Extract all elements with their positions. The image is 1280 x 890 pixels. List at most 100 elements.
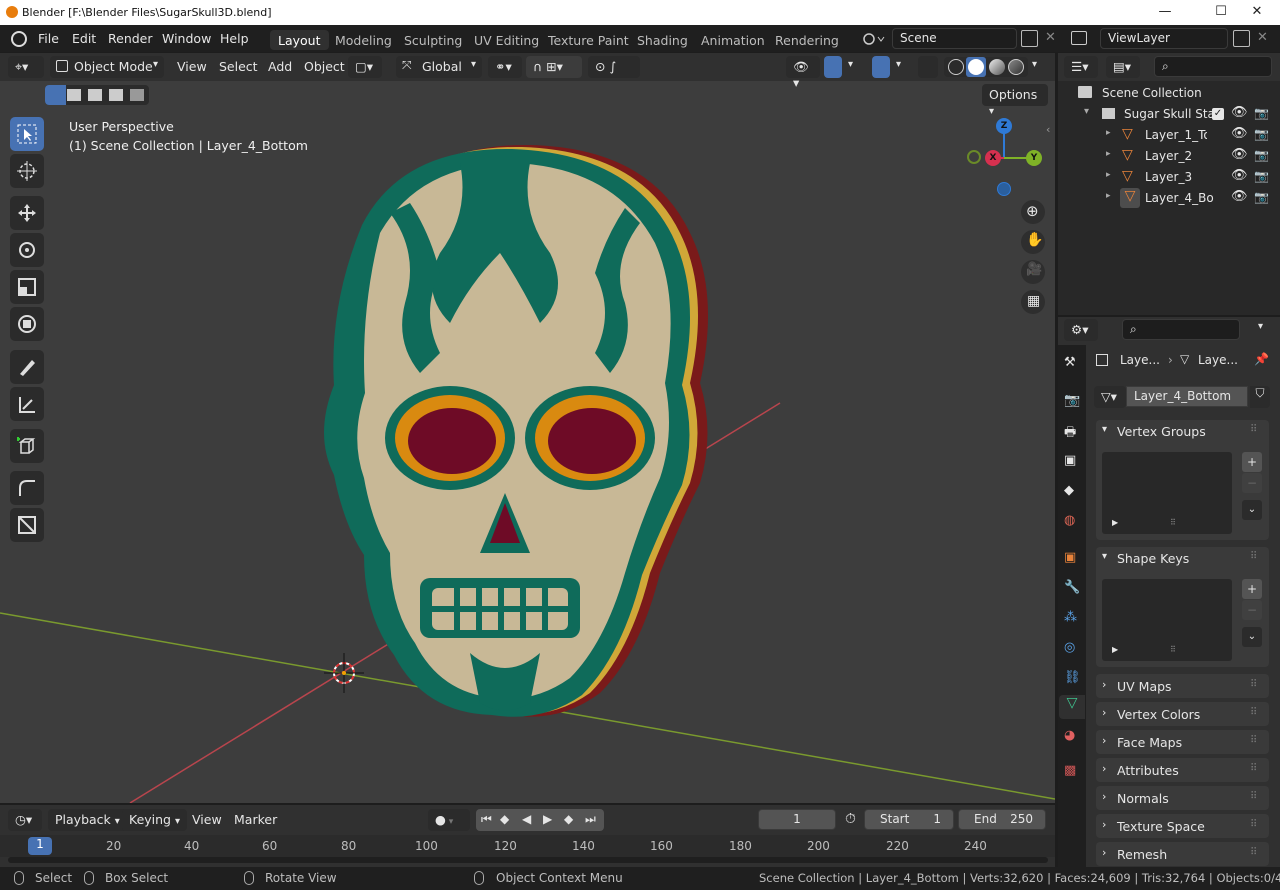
expand-arrow-icon[interactable]: ▾	[1084, 106, 1089, 117]
select-difference-icon[interactable]	[109, 89, 123, 101]
outliner-row-layer-1[interactable]: ▸ ▽ Layer_1_Top 👁 📷	[1058, 125, 1280, 146]
viewport-menu-add[interactable]: Add	[268, 59, 292, 74]
tab-sculpting[interactable]: Sculpting	[396, 30, 470, 50]
eye-icon[interactable]: 👁	[1231, 147, 1248, 162]
eye-icon[interactable]: 👁	[1231, 126, 1248, 141]
timeline-menu-view[interactable]: View	[192, 812, 222, 827]
tool-tab-icon[interactable]: ⚒	[1064, 355, 1076, 370]
camera-icon[interactable]: 📷	[1254, 127, 1269, 141]
output-tab-icon[interactable]: 🖶	[1064, 423, 1076, 445]
chevron-down-icon[interactable]: ▾	[1258, 321, 1263, 332]
properties-editor-type-icon[interactable]: ⚙▾	[1064, 319, 1098, 341]
material-shading-icon[interactable]	[989, 59, 1005, 75]
visibility-icon[interactable]: 👁▾	[786, 56, 820, 90]
snap-icon[interactable]: ∩ ⊞▾	[526, 56, 582, 78]
chevron-down-icon[interactable]: ▾	[1102, 424, 1107, 435]
camera-view-icon[interactable]: 🎥	[1021, 260, 1045, 284]
mode-dropdown[interactable]: Object Mode ▾	[50, 56, 164, 78]
select-extend-icon[interactable]	[67, 89, 81, 101]
proportional-edit-icon[interactable]: ⊙ ∫	[588, 56, 640, 78]
fake-user-shield-icon[interactable]: ⛉	[1250, 386, 1270, 408]
bevel-tool[interactable]	[10, 471, 44, 505]
attributes-panel[interactable]: › Attributes ⠿	[1096, 758, 1269, 782]
blender-menu-icon[interactable]	[11, 31, 27, 47]
gizmo-neg-z[interactable]	[997, 182, 1011, 196]
rotate-tool[interactable]	[10, 233, 44, 267]
move-tool[interactable]	[10, 196, 44, 230]
drag-handle-icon[interactable]: ⠿	[1250, 791, 1257, 802]
expand-arrow-icon[interactable]: ▸	[1106, 191, 1111, 201]
outliner-search-input[interactable]: ⌕	[1154, 56, 1272, 77]
drag-handle-icon[interactable]: ⠿	[1250, 819, 1257, 830]
tab-layout[interactable]: Layout	[270, 30, 329, 50]
uv-maps-panel[interactable]: › UV Maps ⠿	[1096, 674, 1269, 698]
delete-scene-icon[interactable]: ✕	[1045, 30, 1056, 45]
drag-handle-icon[interactable]: ⠿	[1250, 847, 1257, 858]
sidebar-toggle-icon[interactable]: ‹	[1046, 123, 1050, 136]
mesh-data-name-field[interactable]: Layer_4_Bottom	[1126, 386, 1248, 407]
remove-icon[interactable]: −	[1242, 473, 1262, 493]
rendered-shading-icon[interactable]	[1008, 59, 1024, 75]
world-tab-icon[interactable]: ◍	[1064, 513, 1075, 528]
editor-type-button[interactable]: ⌖▾	[8, 56, 44, 78]
stopwatch-icon[interactable]: ⏱	[845, 811, 856, 827]
perspective-toggle-icon[interactable]: ▦	[1021, 290, 1045, 314]
measure-tool[interactable]	[10, 387, 44, 421]
vertex-colors-panel[interactable]: › Vertex Colors ⠿	[1096, 702, 1269, 726]
orientation-dropdown[interactable]: ⤧ Global ▾	[396, 56, 482, 78]
object-tab-icon[interactable]: ▣	[1064, 550, 1076, 565]
material-tab-icon[interactable]: ◕	[1064, 728, 1075, 743]
drag-handle-icon[interactable]: ⠿	[1250, 707, 1257, 718]
eye-icon[interactable]: 👁	[1231, 168, 1248, 183]
outliner-row-scene-collection[interactable]: Scene Collection	[1058, 83, 1280, 104]
drag-handle-icon[interactable]: ⠿	[1250, 551, 1257, 562]
chevron-down-icon[interactable]: ▾	[848, 59, 853, 70]
jump-start-icon[interactable]: ⏮	[481, 812, 492, 827]
tab-shading[interactable]: Shading	[629, 30, 696, 50]
resize-grip-icon[interactable]: ⠿	[1170, 518, 1176, 527]
drag-handle-icon[interactable]: ⠿	[1250, 679, 1257, 690]
view-layer-icon[interactable]	[1071, 31, 1087, 45]
timeline-menu-marker[interactable]: Marker	[234, 812, 277, 827]
menu-help[interactable]: Help	[220, 31, 249, 46]
texture-tab-icon[interactable]: ▩	[1064, 763, 1076, 778]
select-intersect-icon[interactable]	[130, 89, 144, 101]
viewport-menu-view[interactable]: View	[177, 59, 207, 74]
current-frame-field[interactable]: 1	[758, 809, 836, 830]
properties-search-input[interactable]: ⌕	[1122, 319, 1240, 340]
chevron-down-icon[interactable]: ▾	[1032, 59, 1037, 70]
panel-title[interactable]: Shape Keys	[1117, 551, 1189, 566]
outliner-row-collection[interactable]: ▾ Sugar Skull Stac ✓ 👁 📷	[1058, 104, 1280, 125]
expand-arrow-icon[interactable]: ▸	[1106, 149, 1111, 159]
vertex-groups-list[interactable]: ▶ ⠿	[1102, 452, 1232, 534]
overlay-toggle-icon[interactable]	[872, 56, 890, 78]
pivot-icon[interactable]: ⚭▾	[488, 56, 522, 78]
add-icon[interactable]: +	[1242, 579, 1262, 599]
menu-edit[interactable]: Edit	[72, 31, 96, 46]
jump-end-icon[interactable]: ⏭	[585, 812, 596, 827]
tab-uv-editing[interactable]: UV Editing	[466, 30, 547, 50]
gizmo-y-axis[interactable]: Y	[1026, 150, 1042, 166]
pin-icon[interactable]: 📌	[1254, 352, 1269, 366]
outliner-row-layer-2[interactable]: ▸ ▽ Layer_2 👁 📷	[1058, 146, 1280, 167]
expand-arrow-icon[interactable]: ▶	[1112, 645, 1118, 654]
eye-icon[interactable]: 👁	[1231, 189, 1248, 204]
scene-tab-icon[interactable]: ◆	[1064, 483, 1074, 498]
select-box-tool[interactable]	[10, 117, 44, 151]
viewport-menu-object[interactable]: Object	[304, 59, 345, 74]
shape-keys-list[interactable]: ▶ ⠿	[1102, 579, 1232, 661]
remesh-panel[interactable]: › Remesh ⠿	[1096, 842, 1269, 866]
normals-panel[interactable]: › Normals ⠿	[1096, 786, 1269, 810]
breadcrumb-data[interactable]: Laye...	[1198, 353, 1238, 367]
expand-arrow-icon[interactable]: ▶	[1112, 518, 1118, 527]
navigation-gizmo[interactable]: Z X Y	[965, 113, 1050, 208]
xray-icon[interactable]	[918, 56, 938, 78]
options-dropdown[interactable]: Options ▾	[982, 84, 1048, 117]
scene-name-field[interactable]: Scene	[892, 28, 1017, 49]
expand-arrow-icon[interactable]: ▸	[1106, 128, 1111, 138]
current-frame-marker[interactable]: 1	[28, 837, 52, 855]
view-layer-tab-icon[interactable]: ▣	[1064, 453, 1076, 468]
gizmo-z-axis[interactable]: Z	[996, 118, 1012, 134]
particles-tab-icon[interactable]: ⁂	[1064, 610, 1077, 625]
record-keyframe-icon[interactable]: ● ▾	[428, 809, 470, 831]
